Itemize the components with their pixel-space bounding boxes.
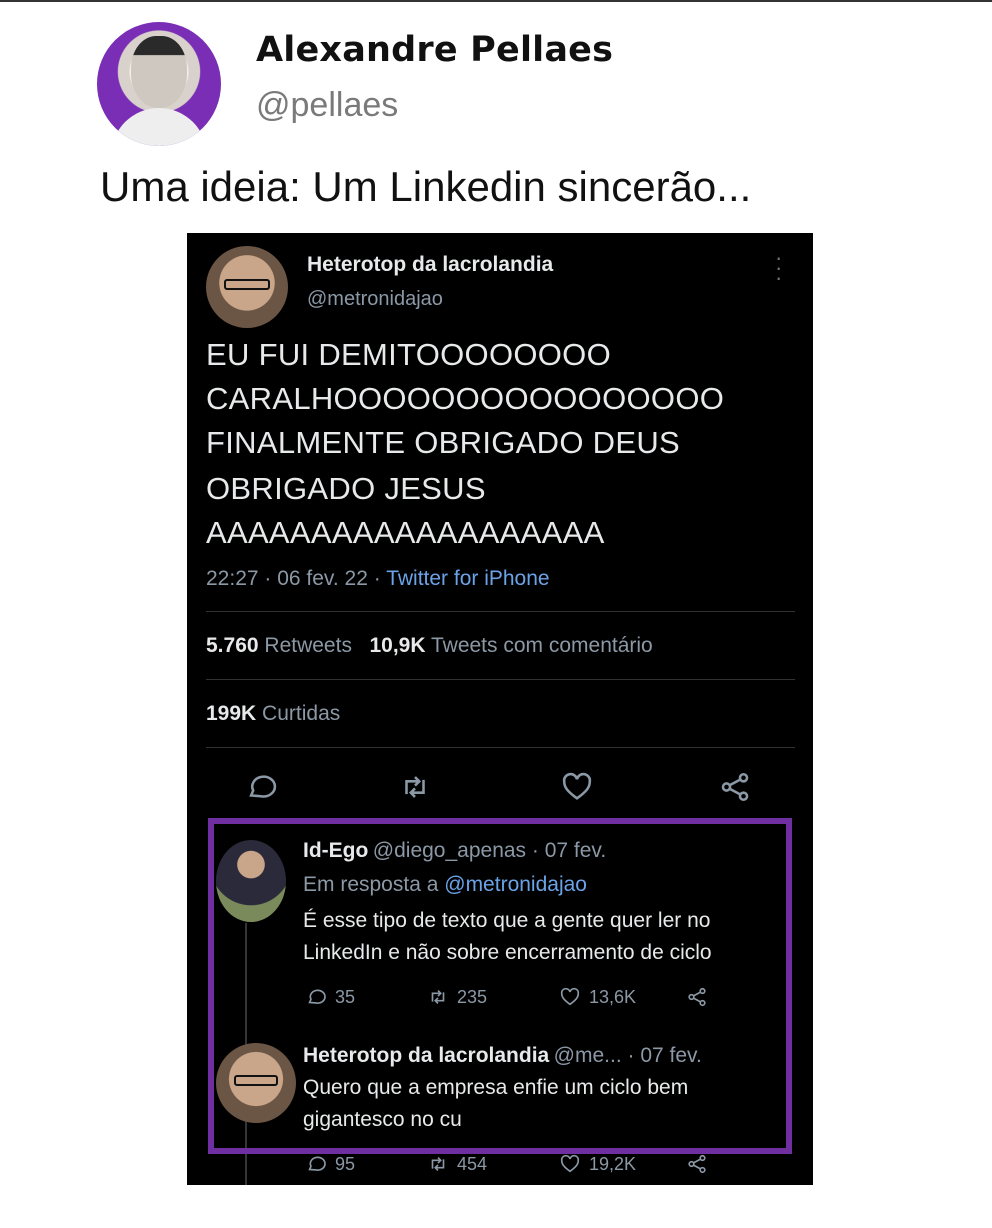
reply-avatar[interactable] bbox=[216, 1043, 296, 1123]
quotes-count: 10,9K bbox=[369, 634, 426, 657]
share-icon bbox=[688, 1154, 706, 1174]
divider bbox=[206, 747, 795, 748]
reply-count-value: 35 bbox=[335, 986, 356, 1007]
avatar[interactable] bbox=[97, 22, 221, 146]
post-text: Uma ideia: Um Linkedin sincerão... bbox=[100, 163, 752, 210]
tweet-avatar[interactable] bbox=[206, 246, 288, 328]
tweet-author-name[interactable]: Heterotop da lacrolandia bbox=[307, 253, 553, 277]
retweets-count: 5.760 bbox=[206, 634, 259, 657]
retweet-icon bbox=[431, 989, 445, 1005]
retweet-button[interactable] bbox=[398, 770, 438, 804]
retweet-count-value: 454 bbox=[457, 1153, 488, 1174]
reply-avatar[interactable] bbox=[216, 840, 286, 922]
reply-text-line: gigantesco no cu bbox=[303, 1108, 462, 1131]
reply-text-line: É esse tipo de texto que a gente quer le… bbox=[303, 909, 711, 932]
like-count-value: 19,2K bbox=[589, 1153, 637, 1174]
like-icon bbox=[560, 987, 580, 1006]
reply-text-line: Quero que a empresa enfie um ciclo bem bbox=[303, 1076, 689, 1099]
reply-count[interactable]: 95 bbox=[305, 1153, 355, 1175]
quotes-label: Tweets com comentário bbox=[430, 634, 653, 657]
reply-icon bbox=[249, 775, 277, 798]
author-name[interactable]: Alexandre Pellaes bbox=[256, 30, 613, 70]
quotes-stat[interactable]: 10,9K Tweets com comentário bbox=[369, 634, 652, 657]
retweets-label: Retweets bbox=[264, 634, 352, 657]
tweet-body-line: AAAAAAAAAAAAAAAAAAA bbox=[206, 515, 605, 550]
reply-handle-date[interactable]: @diego_apenas · 07 fev. bbox=[373, 839, 606, 862]
share-icon bbox=[688, 987, 706, 1007]
likes-label: Curtidas bbox=[262, 702, 341, 725]
share-button[interactable] bbox=[686, 1153, 708, 1175]
likes-count: 199K bbox=[206, 702, 257, 725]
like-count-value: 13,6K bbox=[589, 986, 637, 1007]
reply-text-line: LinkedIn e não sobre encerramento de cic… bbox=[303, 941, 712, 964]
retweets-stat[interactable]: 5.760 Retweets bbox=[206, 634, 352, 657]
reply-handle-date[interactable]: @me... · 07 fev. bbox=[554, 1044, 702, 1067]
in-reply-prefix: Em resposta a bbox=[303, 873, 439, 896]
share-button[interactable] bbox=[718, 770, 758, 804]
reply-author-name[interactable]: Id-Ego bbox=[303, 839, 368, 862]
reply-header: Heterotop da lacrolandia @me... · 07 fev… bbox=[303, 1044, 702, 1068]
tweet-body-line: CARALHOOOOOOOOOOOOOOOO bbox=[206, 381, 725, 416]
reply-icon bbox=[308, 1156, 326, 1171]
reply-author-name[interactable]: Heterotop da lacrolandia bbox=[303, 1044, 549, 1067]
reply-button[interactable] bbox=[244, 770, 284, 804]
reply-count[interactable]: 35 bbox=[305, 986, 355, 1008]
avatar-shirt bbox=[111, 108, 207, 146]
share-button[interactable] bbox=[686, 986, 708, 1008]
tweet-body-line: FINALMENTE OBRIGADO DEUS bbox=[206, 425, 680, 460]
like-count[interactable]: 19,2K bbox=[559, 1153, 636, 1175]
retweet-count[interactable]: 454 bbox=[427, 1153, 487, 1175]
like-icon bbox=[560, 1154, 580, 1173]
reply-count-value: 95 bbox=[335, 1153, 356, 1174]
like-button[interactable] bbox=[560, 770, 600, 804]
divider bbox=[206, 679, 795, 680]
retweet-count[interactable]: 235 bbox=[427, 986, 487, 1008]
like-count[interactable]: 13,6K bbox=[559, 986, 636, 1008]
tweet-author-handle[interactable]: @metronidajao bbox=[307, 288, 443, 311]
retweet-quote-stats: 5.760 Retweets 10,9K Tweets com comentár… bbox=[206, 634, 653, 658]
like-icon bbox=[562, 772, 592, 800]
tweet-body-line: OBRIGADO JESUS bbox=[206, 471, 486, 506]
glasses-icon bbox=[224, 278, 270, 291]
more-icon[interactable]: · · · bbox=[775, 247, 782, 289]
glasses-icon bbox=[233, 1075, 279, 1087]
author-handle[interactable]: @pellaes bbox=[256, 86, 398, 125]
likes-stat[interactable]: 199K Curtidas bbox=[206, 702, 340, 726]
retweet-icon bbox=[405, 776, 425, 798]
top-rule bbox=[0, 0, 992, 2]
in-reply-to: Em resposta a @metronidajao bbox=[303, 873, 587, 897]
in-reply-handle[interactable]: @metronidajao bbox=[444, 873, 587, 896]
tweet-timestamp: 22:27 · 06 fev. 22 · Twitter for iPhone bbox=[206, 567, 550, 591]
avatar-face bbox=[131, 36, 187, 108]
tweet-source-link[interactable]: Twitter for iPhone bbox=[386, 567, 549, 590]
tweet-time: 22:27 · 06 fev. 22 · bbox=[206, 567, 381, 590]
share-icon bbox=[721, 772, 749, 802]
retweet-icon bbox=[431, 1156, 445, 1172]
reply-icon bbox=[308, 989, 326, 1004]
retweet-count-value: 235 bbox=[457, 986, 488, 1007]
embedded-tweet-screenshot: Heterotop da lacrolandia @metronidajao ·… bbox=[187, 233, 813, 1185]
tweet-body-line: EU FUI DEMITOOOOOOOO bbox=[206, 337, 612, 372]
divider bbox=[206, 611, 795, 612]
reply-header: Id-Ego @diego_apenas · 07 fev. bbox=[303, 839, 606, 863]
